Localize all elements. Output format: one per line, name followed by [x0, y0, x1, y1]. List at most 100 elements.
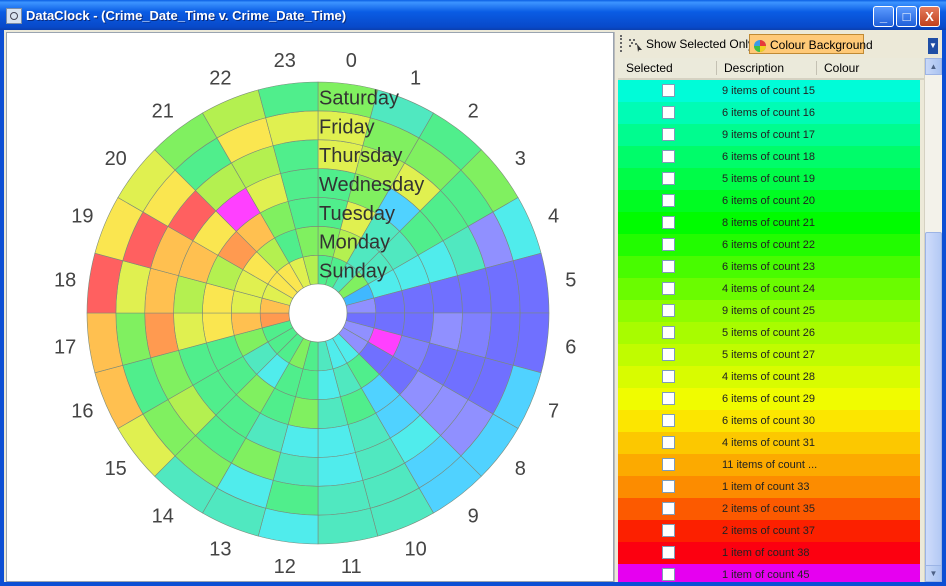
row-description: 4 items of count 24	[722, 283, 815, 295]
legend-row[interactable]: 6 items of count 18	[618, 146, 920, 168]
hour-label: 8	[515, 458, 526, 480]
legend-row[interactable]: 11 items of count ...	[618, 454, 920, 476]
row-description: 5 items of count 26	[722, 327, 815, 339]
legend-row[interactable]: 1 item of count 33	[618, 476, 920, 498]
legend-row[interactable]: 5 items of count 19	[618, 168, 920, 190]
legend-row[interactable]: 6 items of count 30	[618, 410, 920, 432]
hour-label: 9	[468, 505, 479, 527]
row-select-checkbox[interactable]	[662, 150, 675, 163]
legend-row[interactable]: 4 items of count 31	[618, 432, 920, 454]
hour-label: 2	[468, 101, 479, 123]
data-clock-pane[interactable]: 0 1 2 3 4 5 6 7 8 9 10 11 12 13 14 15 16 17 18 19 20 21 22 23 Su…	[6, 32, 614, 582]
row-description: 5 items of count 19	[722, 173, 815, 185]
clock-cell[interactable]	[317, 452, 364, 487]
row-description: 2 items of count 35	[722, 503, 815, 515]
row-select-checkbox[interactable]	[662, 370, 675, 383]
legend-row[interactable]: 1 item of count 45	[618, 564, 920, 582]
row-select-checkbox[interactable]	[662, 568, 675, 581]
row-select-checkbox[interactable]	[662, 436, 675, 449]
row-select-checkbox[interactable]	[662, 524, 675, 537]
row-select-checkbox[interactable]	[662, 304, 675, 317]
show-selected-only-button[interactable]: Show Selected Only	[628, 34, 754, 54]
row-select-checkbox[interactable]	[662, 216, 675, 229]
row-description: 6 items of count 30	[722, 415, 815, 427]
vertical-scrollbar[interactable]: ▲ ▼	[924, 58, 942, 582]
row-select-checkbox[interactable]	[662, 392, 675, 405]
hour-label: 17	[54, 336, 76, 358]
row-description: 1 item of count 45	[722, 569, 810, 581]
hour-label: 3	[515, 148, 526, 170]
clock-cell[interactable]	[457, 267, 492, 314]
filter-icon	[629, 38, 642, 52]
maximize-button[interactable]: □	[896, 6, 917, 27]
day-label: Tuesday	[319, 203, 395, 225]
colour-background-button[interactable]: Colour Background	[749, 34, 873, 54]
toolbar-overflow-button[interactable]: ▼	[928, 38, 938, 54]
legend-row[interactable]: 9 items of count 17	[618, 124, 920, 146]
hour-label: 14	[152, 505, 174, 527]
close-button[interactable]: X	[919, 6, 940, 27]
toolbar-grip[interactable]	[620, 35, 625, 52]
legend-row[interactable]: 6 items of count 22	[618, 234, 920, 256]
row-select-checkbox[interactable]	[662, 480, 675, 493]
row-select-checkbox[interactable]	[662, 238, 675, 251]
row-description: 6 items of count 16	[722, 107, 815, 119]
row-description: 4 items of count 28	[722, 371, 815, 383]
clock-cell[interactable]	[457, 312, 492, 359]
row-description: 9 items of count 17	[722, 129, 815, 141]
day-label: Saturday	[319, 87, 399, 109]
legend-row[interactable]: 6 items of count 20	[618, 190, 920, 212]
clock-cell[interactable]	[144, 267, 179, 314]
row-select-checkbox[interactable]	[662, 546, 675, 559]
column-divider[interactable]	[716, 61, 717, 75]
legend-row[interactable]: 9 items of count 25	[618, 300, 920, 322]
legend-row[interactable]: 9 items of count 15	[618, 80, 920, 102]
window-frame-right	[942, 30, 946, 586]
data-clock-chart[interactable]: 01234567891011121314151617181920212223Su…	[7, 33, 613, 581]
scroll-down-button[interactable]: ▼	[925, 565, 942, 582]
row-select-checkbox[interactable]	[662, 458, 675, 471]
row-select-checkbox[interactable]	[662, 128, 675, 141]
row-select-checkbox[interactable]	[662, 260, 675, 273]
day-label: Friday	[319, 116, 375, 138]
dataclock-window: DataClock - (Crime_Date_Time v. Crime_Da…	[0, 0, 946, 586]
hour-label: 15	[105, 458, 127, 480]
row-select-checkbox[interactable]	[662, 194, 675, 207]
hour-label: 12	[274, 556, 296, 578]
show-selected-only-label: Show Selected Only	[646, 37, 755, 51]
clock-cell[interactable]	[272, 452, 319, 487]
legend-row[interactable]: 1 item of count 38	[618, 542, 920, 564]
legend-row[interactable]: 6 items of count 29	[618, 388, 920, 410]
row-select-checkbox[interactable]	[662, 172, 675, 185]
legend-rows: 9 items of count 15 6 items of count 16 9 …	[618, 80, 920, 582]
row-description: 4 items of count 31	[722, 437, 815, 449]
legend-row[interactable]: 2 items of count 35	[618, 498, 920, 520]
clock-cell[interactable]	[272, 139, 319, 174]
title-bar[interactable]: DataClock - (Crime_Date_Time v. Crime_Da…	[0, 0, 946, 30]
legend-row[interactable]: 4 items of count 28	[618, 366, 920, 388]
scroll-up-button[interactable]: ▲	[925, 58, 942, 75]
column-header-description[interactable]: Description	[724, 61, 784, 75]
column-divider[interactable]	[816, 61, 817, 75]
minimize-button[interactable]: _	[873, 6, 894, 27]
row-select-checkbox[interactable]	[662, 282, 675, 295]
legend-row[interactable]: 2 items of count 37	[618, 520, 920, 542]
row-select-checkbox[interactable]	[662, 84, 675, 97]
row-select-checkbox[interactable]	[662, 326, 675, 339]
legend-row[interactable]: 5 items of count 26	[618, 322, 920, 344]
row-select-checkbox[interactable]	[662, 348, 675, 361]
day-label: Wednesday	[319, 174, 424, 196]
legend-row[interactable]: 6 items of count 23	[618, 256, 920, 278]
legend-row[interactable]: 5 items of count 27	[618, 344, 920, 366]
column-header-colour[interactable]: Colour	[824, 61, 859, 75]
hour-label: 13	[209, 539, 231, 561]
legend-row[interactable]: 8 items of count 21	[618, 212, 920, 234]
legend-row[interactable]: 6 items of count 16	[618, 102, 920, 124]
column-header-selected[interactable]: Selected	[626, 61, 673, 75]
row-select-checkbox[interactable]	[662, 414, 675, 427]
legend-row[interactable]: 4 items of count 24	[618, 278, 920, 300]
scrollbar-thumb[interactable]	[925, 232, 942, 572]
row-select-checkbox[interactable]	[662, 106, 675, 119]
clock-cell[interactable]	[144, 312, 179, 359]
row-select-checkbox[interactable]	[662, 502, 675, 515]
